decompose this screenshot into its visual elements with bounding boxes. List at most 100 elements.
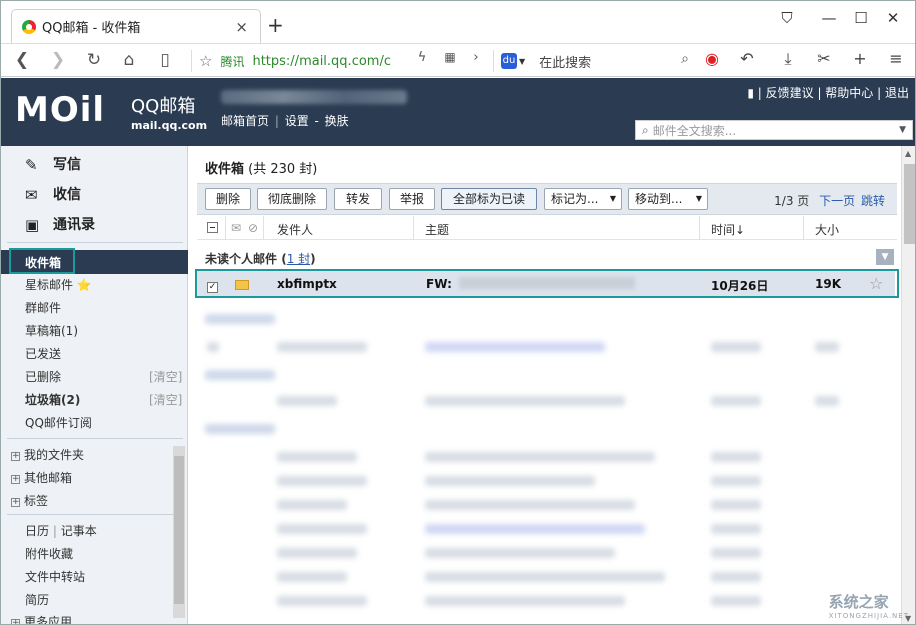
close-window-icon[interactable]: ✕ — [883, 9, 903, 27]
mail-search-input[interactable]: ⌕ 邮件全文搜索... ▼ — [635, 120, 913, 140]
refresh-icon[interactable]: ↻ — [83, 50, 105, 70]
tab-close-icon[interactable]: × — [235, 18, 248, 36]
chevron-down-icon[interactable]: ▼ — [519, 57, 525, 66]
next-page-link[interactable]: 下一页 — [819, 194, 855, 208]
sidebar-item-spam[interactable]: 垃圾箱(2) — [25, 391, 80, 408]
mark-as-dropdown[interactable]: 标记为...▼ — [544, 188, 622, 210]
divider — [191, 50, 192, 72]
add-icon[interactable]: + — [849, 49, 871, 68]
browser-tab[interactable]: QQ邮箱 - 收件箱 × — [11, 9, 261, 43]
sidebar-scrollbar[interactable] — [173, 446, 185, 618]
blurred-row — [207, 342, 219, 352]
search-engine-box[interactable]: du ▼ 在此搜索 ⌕ — [501, 48, 693, 74]
blurred-row — [711, 396, 761, 406]
unread-count-link[interactable]: 1 封 — [287, 252, 310, 266]
skin-link[interactable]: 换肤 — [325, 114, 349, 128]
sidebar-tool-file-transfer[interactable]: 文件中转站 — [25, 568, 85, 585]
phone-icon[interactable]: ▮ — [747, 86, 754, 100]
forward-icon[interactable]: ❯ — [47, 50, 69, 70]
calendar-label[interactable]: 日历 — [25, 524, 49, 538]
delete-permanently-button[interactable]: 彻底删除 — [257, 188, 327, 210]
blurred-row — [711, 596, 761, 606]
expand-icon[interactable]: + — [11, 498, 20, 507]
mail-home-link[interactable]: 邮箱首页 — [221, 114, 269, 128]
extension-icon[interactable]: ◉ — [701, 49, 723, 68]
feedback-link[interactable]: 反馈建议 — [766, 86, 814, 100]
clear-deleted-link[interactable]: [清空] — [149, 368, 182, 385]
scissors-icon[interactable]: ✂ — [813, 49, 835, 68]
sidebar-tool-attachments[interactable]: 附件收藏 — [25, 545, 73, 562]
search-icon: ⌕ — [642, 123, 649, 138]
jump-link[interactable]: 跳转 — [861, 194, 885, 208]
chevron-down-icon[interactable]: ▼ — [899, 125, 906, 135]
write-button[interactable]: ✎ 写信 — [25, 154, 81, 174]
sidebar-item-subscriptions[interactable]: QQ邮件订阅 — [25, 414, 92, 431]
contacts-button[interactable]: ▣ 通讯录 — [25, 214, 95, 234]
contacts-icon: ▣ — [25, 216, 43, 232]
search-icon[interactable]: ⌕ — [681, 51, 689, 67]
sidebar-group-my-folders[interactable]: +我的文件夹 — [11, 446, 84, 463]
notes-label[interactable]: 记事本 — [61, 524, 97, 538]
expand-icon[interactable]: + — [11, 619, 20, 625]
scroll-up-icon[interactable]: ▲ — [905, 149, 911, 158]
search-placeholder: 在此搜索 — [539, 52, 591, 71]
blurred-row — [277, 524, 367, 534]
logout-link[interactable]: 退出 — [885, 86, 909, 100]
folder-title: 收件箱 (共 230 封) — [205, 158, 317, 177]
minimize-icon[interactable]: — — [819, 9, 839, 27]
expand-icon[interactable]: + — [11, 452, 20, 461]
blurred-row — [425, 476, 595, 486]
chevron-right-icon[interactable]: › — [465, 50, 487, 65]
forward-button[interactable]: 转发 — [334, 188, 382, 210]
main-scroll-thumb[interactable] — [904, 164, 915, 244]
select-all-checkbox[interactable] — [207, 222, 218, 236]
menu-icon[interactable]: ≡ — [885, 49, 907, 68]
back-icon[interactable]: ❮ — [11, 50, 33, 70]
blurred-row — [277, 596, 367, 606]
sidebar-tool-resume[interactable]: 简历 — [25, 591, 49, 608]
divider — [7, 438, 183, 439]
main-scrollbar[interactable]: ▲ ▼ — [901, 146, 916, 625]
sidebar-scroll-thumb[interactable] — [174, 456, 184, 604]
download-icon[interactable]: ⤓ — [777, 49, 799, 69]
receive-button[interactable]: ✉ 收信 — [25, 184, 81, 204]
delete-button[interactable]: 删除 — [205, 188, 251, 210]
mail-logo[interactable]: MOil — [15, 90, 105, 130]
baidu-icon[interactable]: du — [501, 53, 517, 69]
report-button[interactable]: 举报 — [389, 188, 435, 210]
settings-link[interactable]: 设置 — [285, 114, 309, 128]
sidebar-group-other-mail[interactable]: +其他邮箱 — [11, 469, 72, 486]
reader-icon[interactable]: ▯ — [154, 50, 176, 70]
sidebar-item-sent[interactable]: 已发送 — [25, 345, 61, 362]
collapse-icon[interactable]: ▼ — [876, 249, 894, 265]
new-tab-button[interactable]: + — [267, 13, 284, 37]
lightning-icon[interactable]: ϟ — [411, 50, 433, 65]
sidebar-item-drafts[interactable]: 草稿箱(1) — [25, 322, 78, 339]
sidebar-item-group-mail[interactable]: 群邮件 — [25, 299, 61, 316]
blurred-row — [425, 524, 645, 534]
qrcode-icon[interactable]: ▦ — [439, 50, 461, 64]
mark-all-read-button[interactable]: 全部标为已读 — [441, 188, 537, 210]
undo-icon[interactable]: ↶ — [736, 49, 758, 68]
address-bar: ❮ ❯ ↻ ⌂ ▯ ☆ 腾讯 https://mail.qq.com/c ϟ ▦… — [1, 43, 916, 77]
clear-spam-link[interactable]: [清空] — [149, 391, 182, 408]
unread-section-title: 未读个人邮件 (1 封) — [205, 250, 316, 267]
highlight-box — [9, 248, 75, 274]
more-apps-label: 更多应用 — [24, 615, 72, 625]
home-icon[interactable]: ⌂ — [118, 50, 140, 70]
pin-icon[interactable]: ⛉ — [777, 9, 797, 27]
sidebar-tool-calendar[interactable]: 日历 | 记事本 — [25, 522, 97, 539]
sidebar-item-starred[interactable]: 星标邮件 ⭐ — [25, 276, 92, 293]
sidebar-item-deleted[interactable]: 已删除 — [25, 368, 61, 385]
move-to-dropdown[interactable]: 移动到...▼ — [628, 188, 708, 210]
sidebar-tool-more-apps[interactable]: + 更多应用 — [11, 613, 72, 625]
time-column-header[interactable]: 时间↓ — [711, 221, 745, 238]
bookmark-star-icon[interactable]: ☆ — [199, 52, 212, 70]
expand-icon[interactable]: + — [11, 475, 20, 484]
sender-column-header[interactable]: 发件人 — [277, 221, 313, 238]
maximize-icon[interactable]: ☐ — [851, 9, 871, 27]
sidebar-group-tags[interactable]: +标签 — [11, 492, 48, 509]
size-column-header[interactable]: 大小 — [815, 221, 839, 238]
subject-column-header[interactable]: 主题 — [425, 221, 449, 238]
help-link[interactable]: 帮助中心 — [825, 86, 873, 100]
